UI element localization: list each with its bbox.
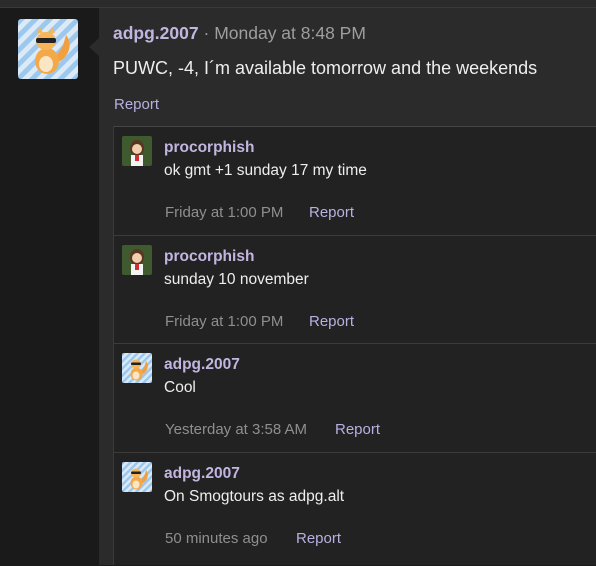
reply-author[interactable]: procorphish <box>164 139 254 157</box>
reply-item: procorphish sunday 10 november Friday at… <box>113 235 596 344</box>
reply-list-border <box>113 126 114 565</box>
reply-report-link[interactable]: Report <box>309 313 354 330</box>
reply-text: On Smogtours as adpg.alt <box>164 488 345 505</box>
trainer-avatar-icon <box>122 136 152 166</box>
reply-item: adpg.2007 Cool Yesterday at 3:58 AM Repo… <box>113 343 596 452</box>
reply-report-link[interactable]: Report <box>296 530 341 547</box>
message-pointer <box>89 38 99 56</box>
reply-time[interactable]: Friday at 1:00 PM <box>165 204 283 221</box>
reply-text: sunday 10 november <box>164 271 309 288</box>
reply-time[interactable]: Yesterday at 3:58 AM <box>165 421 307 438</box>
reply-author[interactable]: adpg.2007 <box>164 356 240 374</box>
post-separator: · <box>203 23 210 43</box>
reply-time[interactable]: 50 minutes ago <box>165 530 268 547</box>
reply-avatar[interactable] <box>122 136 152 166</box>
orange-creature-avatar-icon <box>18 19 78 79</box>
user-avatar[interactable] <box>18 19 78 79</box>
orange-creature-avatar-icon <box>122 462 152 492</box>
post-author[interactable]: adpg.2007 <box>113 23 199 43</box>
top-bar <box>0 0 596 7</box>
reply-avatar[interactable] <box>122 353 152 383</box>
reply-report-link[interactable]: Report <box>309 204 354 221</box>
reply-time[interactable]: Friday at 1:00 PM <box>165 313 283 330</box>
reply-item: adpg.2007 On Smogtours as adpg.alt 50 mi… <box>113 452 596 566</box>
reply-item: procorphish ok gmt +1 sunday 17 my time … <box>113 126 596 235</box>
post-header: adpg.2007 · Monday at 8:48 PM <box>113 23 366 44</box>
reply-author[interactable]: adpg.2007 <box>164 465 240 483</box>
post-body: PUWC, -4, I´m available tomorrow and the… <box>113 58 538 78</box>
reply-text: Cool <box>164 379 196 396</box>
reply-report-link[interactable]: Report <box>335 421 380 438</box>
reply-author[interactable]: procorphish <box>164 248 254 266</box>
reply-avatar[interactable] <box>122 245 152 275</box>
post-time[interactable]: Monday at 8:48 PM <box>214 23 366 43</box>
post-report-link[interactable]: Report <box>114 96 159 113</box>
trainer-avatar-icon <box>122 245 152 275</box>
reply-text: ok gmt +1 sunday 17 my time <box>164 162 367 179</box>
orange-creature-avatar-icon <box>122 353 152 383</box>
reply-avatar[interactable] <box>122 462 152 492</box>
reply-list: procorphish ok gmt +1 sunday 17 my time … <box>113 126 596 565</box>
